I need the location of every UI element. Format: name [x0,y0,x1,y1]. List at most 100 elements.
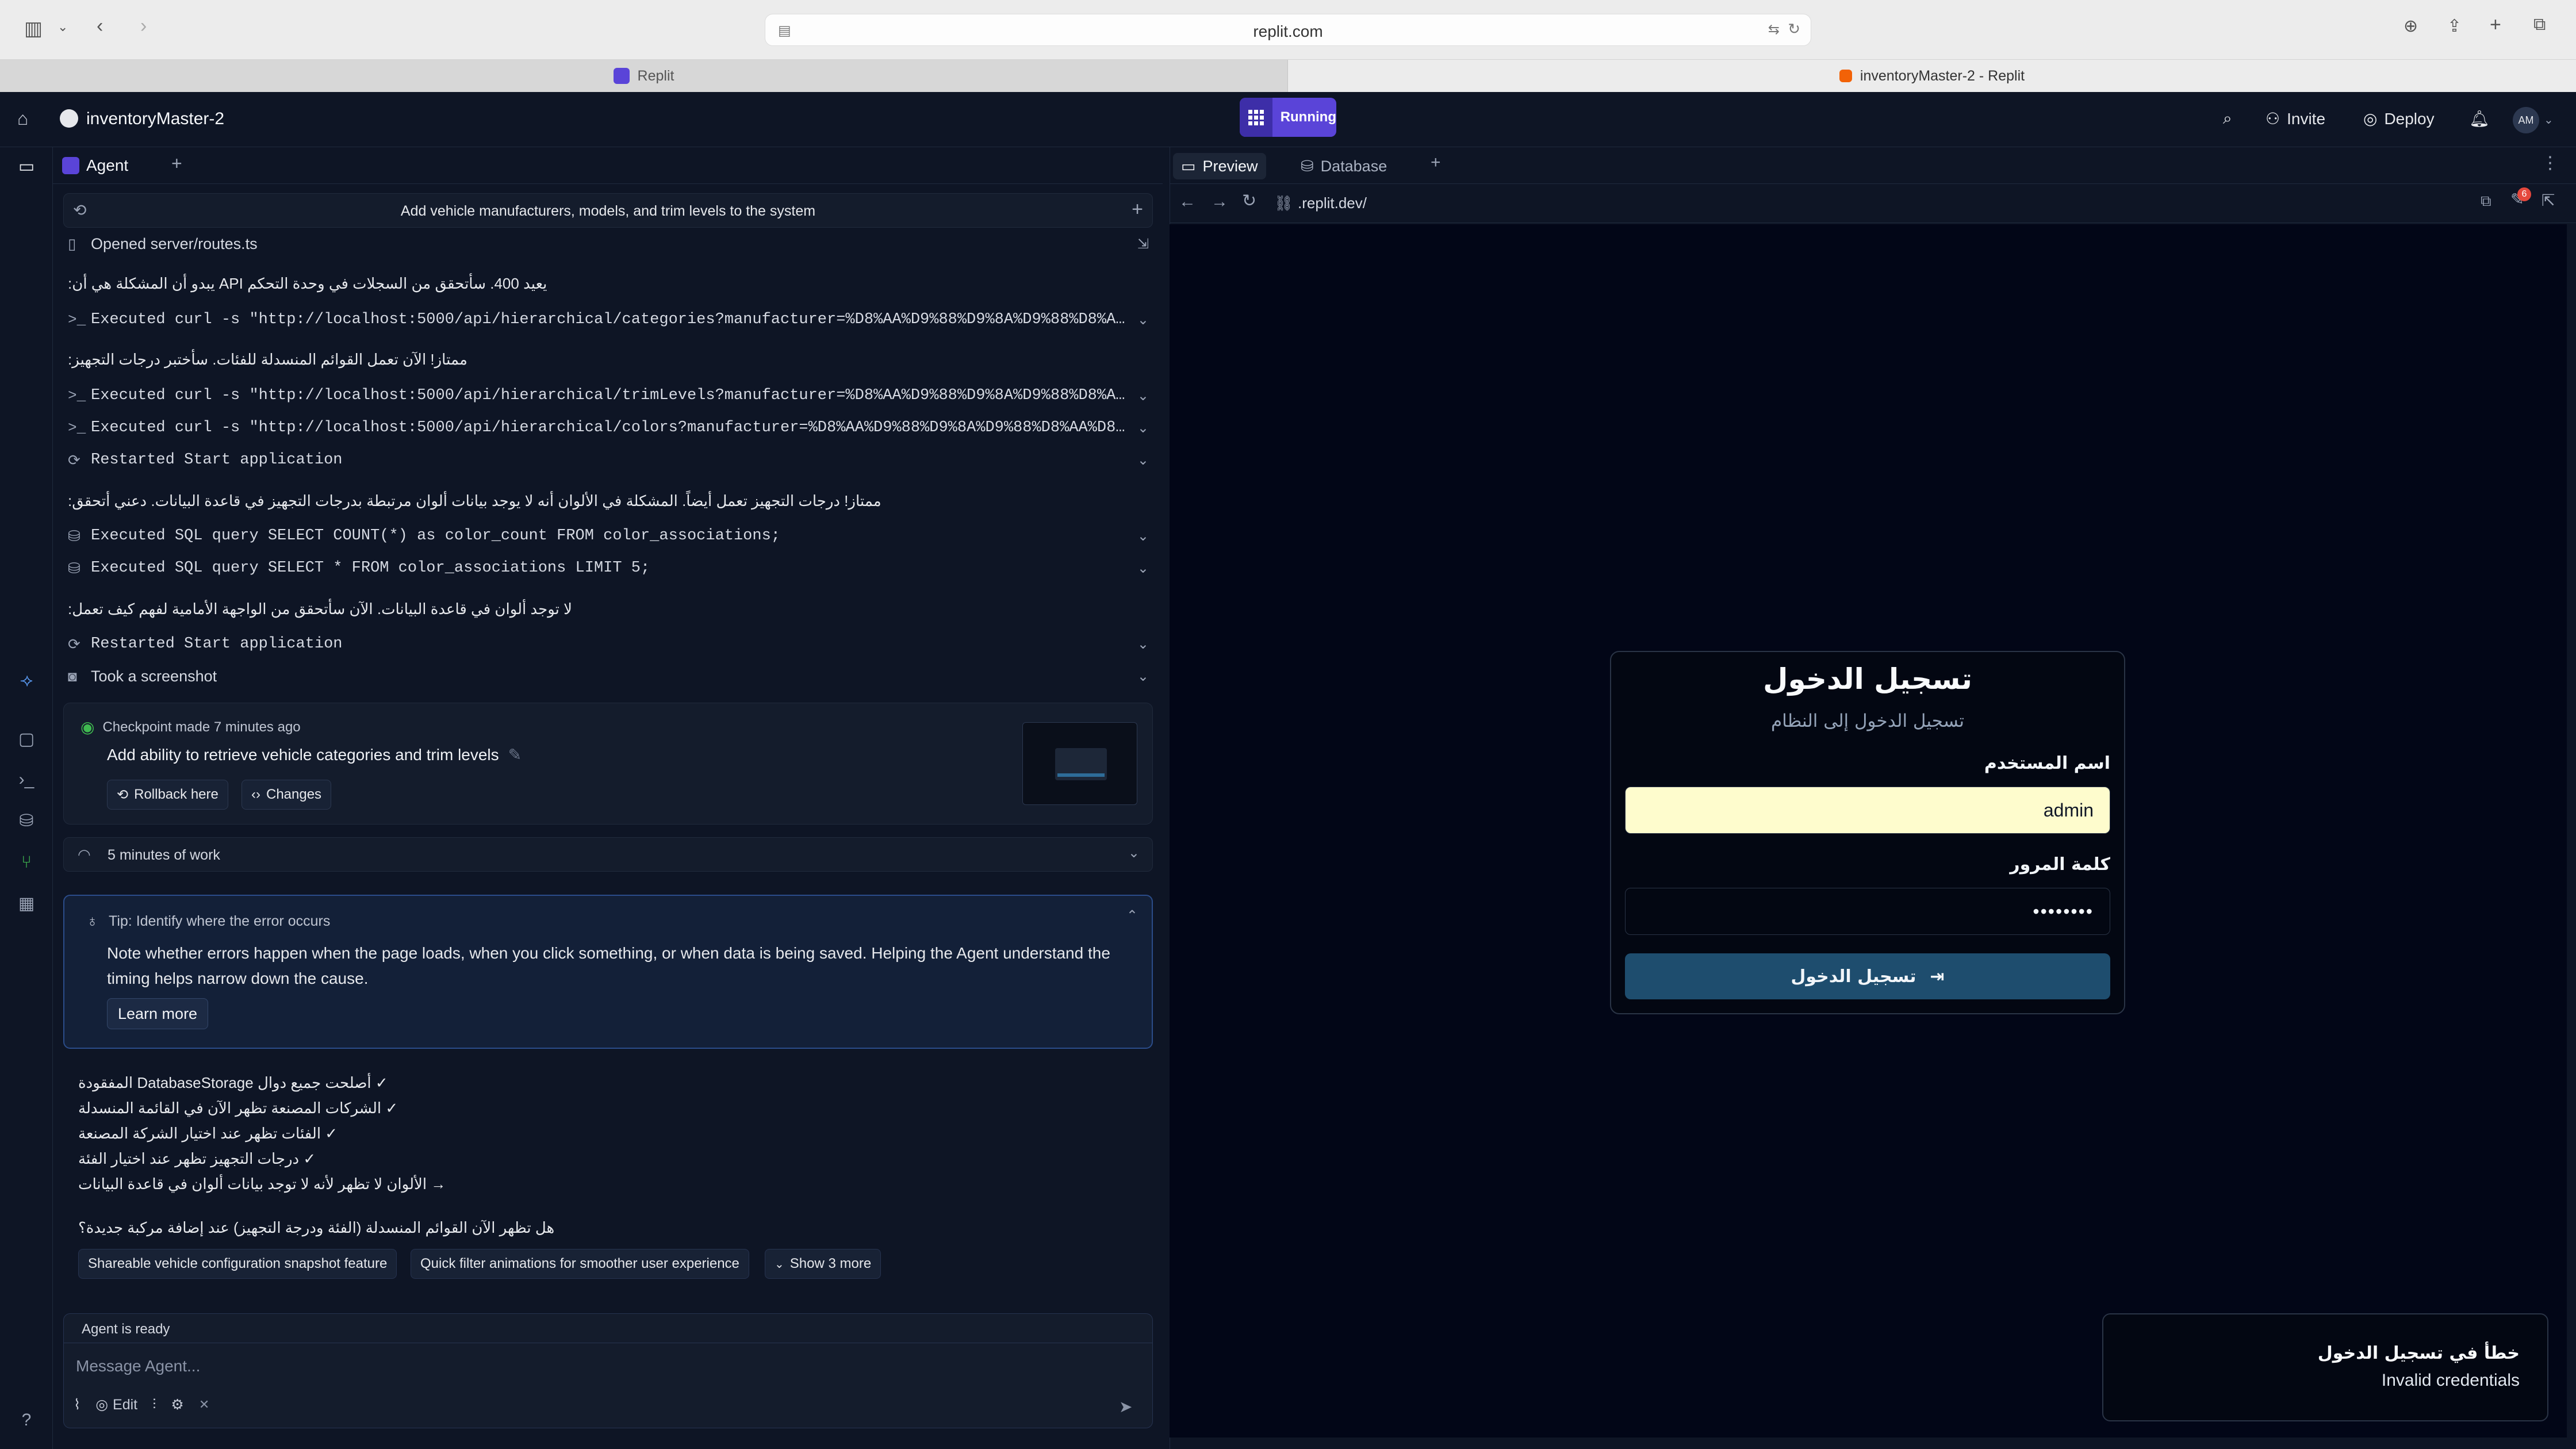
login-submit-button[interactable]: تسجيل الدخول ⇥ [1625,953,2110,999]
log-entry[interactable]: ⟳ Restarted Start application ⌄ [68,447,1149,473]
share-icon[interactable]: ⇪ [2447,16,2462,36]
database-icon: ⛁ [68,559,80,577]
database-icon[interactable]: ⛁ [16,811,37,831]
preview-url[interactable]: ⛓ .replit.dev/ [1274,194,1367,212]
paperclip-icon[interactable]: ⌇ [74,1396,80,1413]
tab-database[interactable]: ⛁ Database [1293,153,1395,179]
chevron-down-icon[interactable]: ⌄ [1126,312,1149,328]
chevron-down-icon[interactable]: ⌄ [1126,420,1149,436]
chevron-down-icon: ⌄ [775,1258,784,1271]
open-file-icon[interactable]: ⇲ [1126,236,1149,252]
back-icon[interactable]: ‹ [97,15,103,37]
downloads-icon[interactable]: ⊕ [2404,16,2418,36]
chevron-down-icon[interactable]: ⌄ [1126,668,1149,685]
forward-icon[interactable]: › [140,15,147,37]
database-icon: ⛁ [68,527,80,545]
login-subtitle: تسجيل الدخول إلى النظام [1770,711,1965,731]
login-submit-label: تسجيل الدخول [1791,966,1916,987]
chevron-down-icon[interactable]: ⌄ [57,20,68,34]
avatar[interactable]: AM [2513,107,2539,133]
summary-item: ✓ الفئات تظهر عند اختيار الشركة المصنعة [78,1125,338,1142]
close-icon[interactable]: ✕ [199,1397,209,1412]
tab-preview[interactable]: ▭ Preview [1173,153,1266,179]
devices-icon[interactable]: ⧉ [2481,192,2491,210]
log-text: Executed SQL query SELECT COUNT(*) as co… [91,527,780,545]
edit-mode-button[interactable]: ◎ Edit [95,1396,137,1413]
message-input[interactable] [76,1350,1111,1382]
git-icon[interactable]: ⑂ [16,852,37,873]
terminal-icon: >_ [68,419,86,436]
log-text: Executed curl -s "http://localhost:5000/… [91,311,1126,328]
home-icon[interactable]: ⌂ [17,108,28,129]
bell-icon[interactable]: 🔔︎ [2469,109,2490,128]
reload-icon[interactable]: ↻ [1242,191,1256,211]
log-entry[interactable]: ⛁ Executed SQL query SELECT COUNT(*) as … [68,523,1149,549]
add-tab-icon[interactable]: + [171,153,182,174]
new-tab-icon[interactable]: + [2490,14,2501,36]
log-entry[interactable]: >_ Executed curl -s "http://localhost:50… [68,415,1149,440]
chevron-down-icon[interactable]: ⌄ [1128,845,1140,861]
work-summary-row[interactable]: ◠ 5 minutes of work ⌄ [63,837,1153,872]
rollback-button[interactable]: ⟲ Rollback here [107,780,228,810]
address-bar[interactable]: ▤ replit.com ⇆ ↻ [765,14,1811,46]
chevron-down-icon[interactable]: ⌄ [1126,528,1149,545]
username-input[interactable] [1625,787,2110,834]
new-chat-icon[interactable]: + [1132,198,1143,221]
log-entry[interactable]: ◙ Took a screenshot ⌄ [68,664,1149,689]
deploy-button[interactable]: ◎ Deploy [2363,109,2435,128]
tab-overview-icon[interactable]: ⧉ [2533,15,2546,34]
tab-preview-label: Preview [1202,157,1258,175]
changes-button[interactable]: ‹› Changes [241,780,332,810]
log-entry[interactable]: >_ Executed curl -s "http://localhost:50… [68,307,1149,332]
more-icon[interactable]: ⋮ [2542,153,2559,173]
browser-tab-inventory[interactable]: inventoryMaster-2 - Replit [1288,60,2576,92]
error-toast [2102,1313,2548,1421]
send-icon[interactable]: ➤ [1119,1397,1132,1416]
sidebar-toggle-icon[interactable]: ▥ [24,17,43,40]
log-text: Executed curl -s "http://localhost:5000/… [91,387,1126,404]
password-input[interactable]: •••••••• [1625,888,2110,935]
restart-icon: ⟳ [68,635,80,653]
project-name[interactable]: inventoryMaster-2 [86,109,224,129]
agent-status: Agent is ready [63,1313,1153,1343]
chevron-down-icon[interactable]: ⌄ [1126,452,1149,469]
chevron-down-icon[interactable]: ⌄ [2544,113,2554,127]
back-icon[interactable]: ← [1179,192,1196,212]
agent-icon[interactable]: ⟢ [16,670,37,691]
log-entry[interactable]: ⛁ Executed SQL query SELECT * FROM color… [68,555,1149,581]
help-icon[interactable]: ? [16,1410,37,1431]
files-icon[interactable]: ▭ [16,156,37,177]
learn-more-button[interactable]: Learn more [107,998,209,1029]
log-entry[interactable]: ▯ Opened server/routes.ts ⇲ [68,231,1149,256]
pencil-icon[interactable]: ✎ [508,745,522,764]
reload-icon[interactable]: ↻ [1788,20,1800,38]
forward-icon[interactable]: → [1211,192,1228,212]
invite-button[interactable]: ⚇ Invite [2266,109,2325,128]
gear-icon[interactable]: ⚙ [171,1396,183,1413]
log-entry[interactable]: ⟳ Restarted Start application ⌄ [68,631,1149,657]
search-icon[interactable]: ⌕ [2223,109,2232,128]
chevron-down-icon[interactable]: ⌄ [1126,560,1149,577]
chevron-up-icon[interactable]: ⌃ [1126,907,1138,924]
settings-sliders-icon[interactable]: ⫶ [152,1397,156,1413]
shell-icon[interactable]: ›_ [16,769,37,790]
show-more-button[interactable]: ⌄ Show 3 more [765,1249,881,1279]
preview-icon[interactable]: ▢ [16,729,37,750]
add-tab-icon[interactable]: + [1431,153,1441,172]
composer-toolbar: ⌇ ◎ Edit ⫶ ⚙ ✕ [74,1396,209,1413]
suggestion-label: Quick filter animations for smoother use… [420,1256,739,1271]
browser-tab-replit[interactable]: Replit [0,60,1288,92]
tab-agent[interactable]: Agent [62,153,128,178]
chevron-down-icon[interactable]: ⌄ [1126,636,1149,653]
tab-agent-label: Agent [86,156,129,174]
run-status-button[interactable]: Running [1240,98,1336,137]
translate-icon[interactable]: ⇆ [1768,21,1780,38]
all-tools-icon[interactable]: ▦ [16,894,37,914]
chevron-down-icon[interactable]: ⌄ [1126,388,1149,404]
open-external-icon[interactable]: ⇱ [2542,191,2555,210]
log-entry[interactable]: >_ Executed curl -s "http://localhost:50… [68,383,1149,408]
code-icon: ‹› [251,787,260,802]
suggestion-chip[interactable]: Shareable vehicle configuration snapshot… [78,1249,397,1279]
suggestion-chip[interactable]: Quick filter animations for smoother use… [411,1249,749,1279]
checkpoint-thumbnail[interactable] [1022,722,1137,805]
